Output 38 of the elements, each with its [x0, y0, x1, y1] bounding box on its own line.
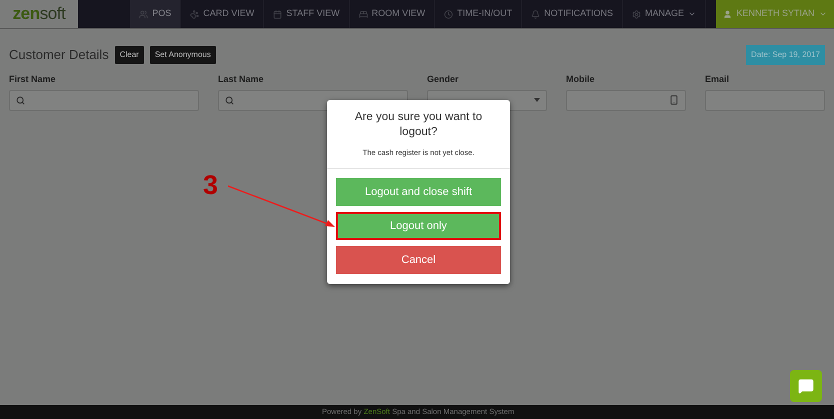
nav-icon: [273, 10, 282, 18]
field-label: Email: [705, 73, 730, 86]
nav-tab[interactable]: TIME-IN/OUT: [435, 0, 522, 28]
field-label: Last Name: [218, 73, 265, 86]
user-icon: [723, 10, 732, 18]
date-badge: Date: Sep 19, 2017: [746, 45, 825, 65]
nav-tab[interactable]: POS: [130, 0, 182, 28]
dialog-title: Are you sure you want to logout?: [354, 110, 484, 140]
field-label: Mobile: [566, 73, 596, 86]
action-button[interactable]: Set Anonymous: [150, 46, 216, 64]
search-icon: [225, 96, 234, 104]
nav-icon: [531, 10, 540, 18]
nav-tab[interactable]: NOTIFICATIONS: [522, 0, 623, 28]
nav-icon: [444, 10, 454, 18]
nav-tab[interactable]: ROOM VIEW: [350, 0, 436, 28]
input-field[interactable]: [9, 90, 199, 110]
nav-icon: [358, 10, 368, 18]
phone-icon: [669, 95, 679, 105]
logo: zensoft: [0, 0, 78, 28]
nav-tab[interactable]: STAFF VIEW: [264, 0, 350, 28]
input-field[interactable]: [566, 90, 686, 110]
nav-icon: [632, 10, 641, 18]
field-label: Gender: [427, 73, 460, 86]
dialog-button[interactable]: Logout and close shift: [336, 178, 501, 206]
nav-tab[interactable]: MANAGE: [622, 0, 706, 28]
caret-icon: [534, 98, 540, 102]
nav-tab[interactable]: CARD VIEW: [181, 0, 264, 28]
field-label: First Name: [9, 73, 57, 86]
nav-icon: [139, 10, 148, 18]
chat-button[interactable]: [790, 370, 822, 402]
action-button[interactable]: Clear: [114, 46, 144, 64]
step-number: 3: [203, 172, 218, 199]
dialog-button[interactable]: Logout only: [336, 212, 501, 240]
section-title: Customer Details: [9, 46, 109, 64]
search-icon: [16, 96, 25, 104]
dialog-button[interactable]: Cancel: [336, 246, 501, 274]
nav-icon: [190, 10, 200, 18]
chat-icon: [798, 378, 814, 394]
